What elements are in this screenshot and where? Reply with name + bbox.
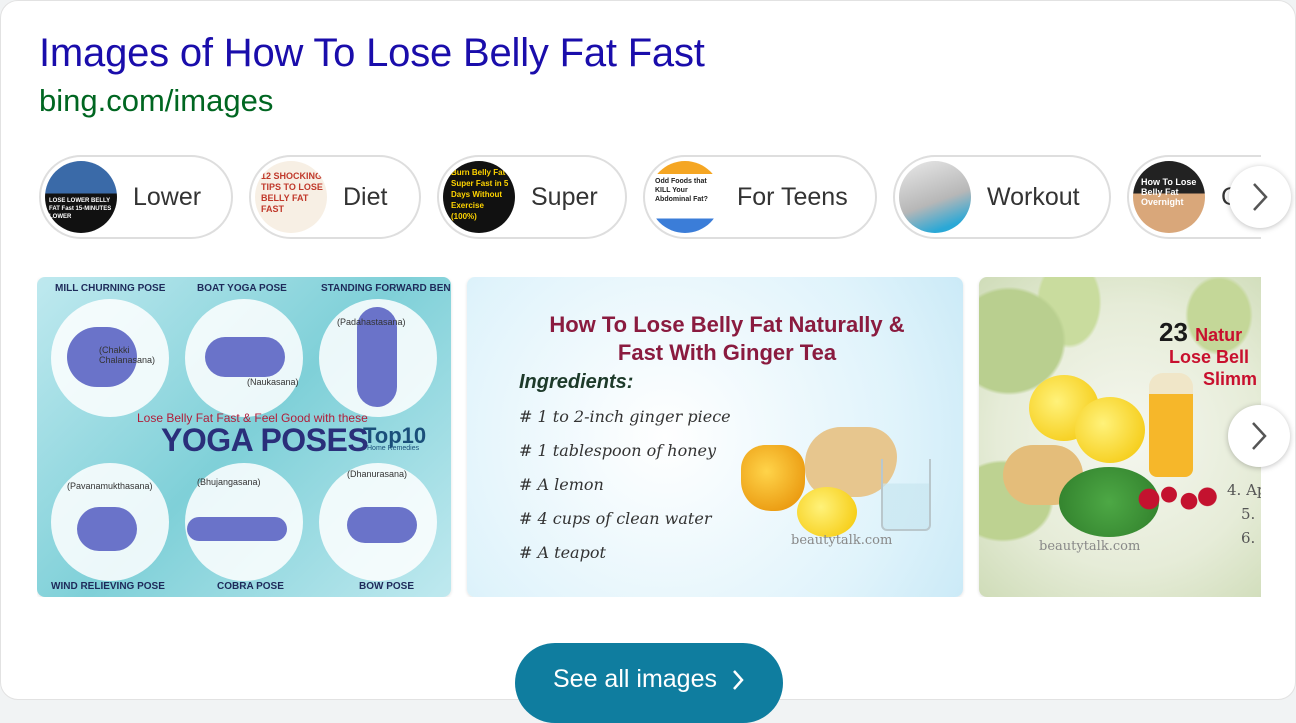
chip-label: Super — [531, 182, 598, 211]
chip-label: For Teens — [737, 182, 848, 211]
image-results-card: Images of How To Lose Belly Fat Fast bin… — [0, 0, 1296, 723]
ingredient-item: # 4 cups of clean water — [519, 509, 712, 528]
related-chips-row: LOSE LOWER BELLY FAT Fast 15-MINUTES LOW… — [39, 155, 1261, 239]
result-source-url: bing.com/images — [39, 83, 274, 118]
pose-label: COBRA POSE — [217, 581, 284, 592]
pose-label: MILL CHURNING POSE — [55, 283, 166, 294]
list-fragment: 5. — [1241, 505, 1256, 523]
chevron-right-icon — [1253, 183, 1268, 211]
natural-line2: Lose Bell — [1169, 347, 1250, 367]
watermark: beautytalk.com — [1039, 539, 1141, 554]
pose-label: STANDING FORWARD BEND — [321, 283, 451, 294]
yoga-headline: YOGA POSES — [161, 422, 369, 458]
sanskrit-label: (Naukasana) — [247, 377, 299, 387]
berries-illustration — [1137, 477, 1217, 521]
list-fragment: 4. Ap — [1227, 481, 1261, 499]
sanskrit-label: (Chakki Chalanasana) — [99, 345, 156, 365]
chip-thumbnail: Odd Foods that KILL Your Abdominal Fat? — [649, 161, 721, 233]
lemon-illustration — [1075, 397, 1145, 463]
images-next-button[interactable] — [1228, 405, 1290, 467]
sanskrit-label: (Pavanamukthasana) — [67, 481, 153, 491]
glass-illustration — [881, 459, 931, 531]
image-yoga-poses[interactable]: MILL CHURNING POSE BOAT YOGA POSE STANDI… — [37, 277, 451, 597]
chip-label: Workout — [987, 182, 1080, 211]
chevron-right-icon — [1252, 422, 1267, 450]
chevron-right-icon — [733, 670, 744, 690]
bottle-illustration — [1149, 373, 1193, 477]
watermark: beautytalk.com — [791, 533, 893, 548]
chip-lower[interactable]: LOSE LOWER BELLY FAT Fast 15-MINUTES LOW… — [39, 155, 233, 239]
result-title-link[interactable]: Images of How To Lose Belly Fat Fast — [39, 31, 705, 76]
chip-workout[interactable]: Workout — [893, 155, 1111, 239]
sanskrit-label: (Dhanurasana) — [347, 469, 408, 479]
pose-label: BOW POSE — [359, 581, 415, 592]
list-fragment: 6. ( — [1241, 529, 1261, 547]
chip-thumbnail: 12 SHOCKING TIPS TO LOSE BELLY FAT FAST — [255, 161, 327, 233]
see-all-label: See all images — [553, 665, 717, 693]
chip-thumbnail — [899, 161, 971, 233]
ingredient-item: # A teapot — [519, 543, 606, 562]
natural-line3: Slimm — [1203, 369, 1258, 389]
chip-for-teens[interactable]: Odd Foods that KILL Your Abdominal Fat? … — [643, 155, 877, 239]
see-all-images-button[interactable]: See all images — [515, 643, 783, 723]
chip-diet[interactable]: 12 SHOCKING TIPS TO LOSE BELLY FAT FAST … — [249, 155, 421, 239]
natural-headline: 23 Natur — [1159, 317, 1243, 347]
chip-label: Diet — [343, 182, 388, 211]
chips-next-button[interactable] — [1229, 166, 1291, 228]
image-carousel: MILL CHURNING POSE BOAT YOGA POSE STANDI… — [37, 277, 1261, 597]
sanskrit-label: (Bhujangasana) — [197, 477, 261, 487]
chip-thumbnail: Burn Belly Fat Super Fast in 5 Days With… — [443, 161, 515, 233]
ginger-title: How To Lose Belly Fat Naturally & Fast W… — [549, 312, 905, 365]
chip-super[interactable]: Burn Belly Fat Super Fast in 5 Days With… — [437, 155, 627, 239]
pose-label: BOAT YOGA POSE — [197, 283, 287, 294]
chip-label: Lower — [133, 182, 202, 211]
sanskrit-label: (Padahastasana) — [337, 317, 406, 327]
image-natural-drinks[interactable]: 23 Natur Lose Bell Slimm beautytalk.com … — [979, 277, 1261, 597]
ingredients-heading: Ingredients: — [519, 371, 634, 393]
ingredient-item: # 1 tablespoon of honey — [519, 441, 717, 460]
top10-logo-sub: Home Remedies — [367, 445, 420, 452]
ingredient-item: # A lemon — [519, 475, 604, 494]
image-ginger-tea[interactable]: How To Lose Belly Fat Naturally & Fast W… — [467, 277, 963, 597]
honey-jar-illustration — [741, 445, 805, 511]
ingredient-item: # 1 to 2-inch ginger piece — [519, 407, 731, 426]
pose-label: WIND RELIEVING POSE — [51, 581, 165, 592]
lemon-illustration — [797, 487, 857, 537]
chip-thumbnail: How To Lose Belly Fat Overnight — [1133, 161, 1205, 233]
chip-thumbnail: LOSE LOWER BELLY FAT Fast 15-MINUTES LOW… — [45, 161, 117, 233]
